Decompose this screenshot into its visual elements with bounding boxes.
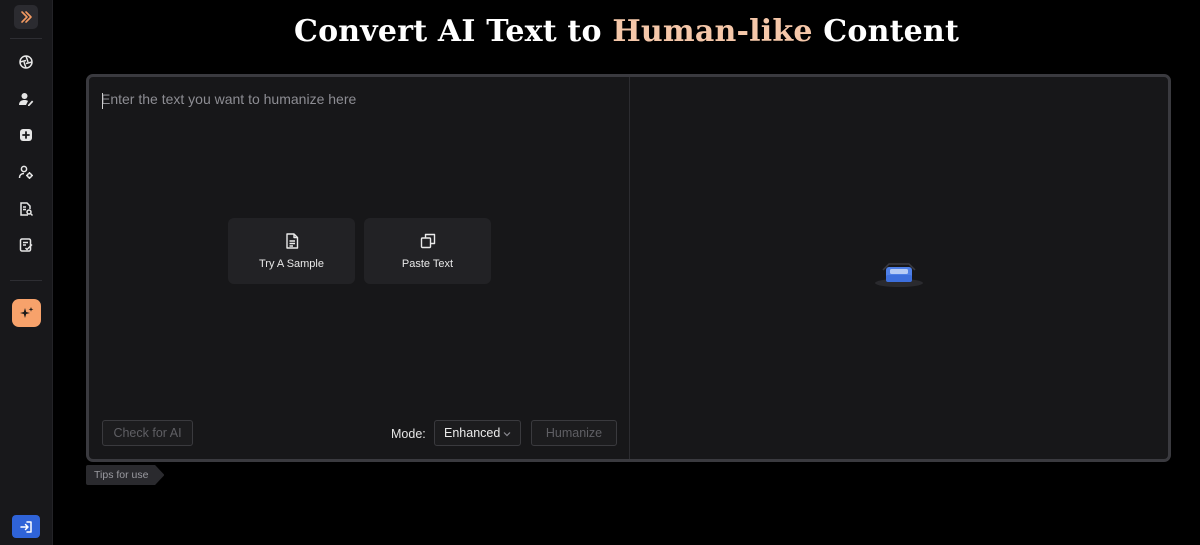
sparkle-icon [19, 307, 33, 318]
paste-text-button[interactable]: Paste Text [364, 218, 491, 284]
title-text: Convert AI Text to [294, 14, 613, 49]
title-text-end: Content [812, 14, 959, 49]
sidebar-divider [10, 280, 42, 281]
chevron-down-icon [503, 432, 511, 437]
humanize-button[interactable]: Humanize [531, 420, 617, 446]
text-caret [102, 93, 103, 109]
user-edit-icon [19, 93, 34, 106]
logout-button[interactable] [12, 515, 40, 538]
sign-in-icon [20, 520, 32, 533]
copy-icon [420, 233, 435, 249]
user-cog-icon [18, 165, 33, 179]
mode-value: Enhanced [444, 426, 501, 440]
double-chevron-right-icon [21, 11, 32, 23]
sidebar [0, 0, 53, 545]
text-input[interactable] [101, 91, 616, 391]
sidebar-item-humanizer[interactable] [13, 86, 39, 112]
sidebar-item-plagiarism[interactable] [13, 196, 39, 222]
output-pane [630, 77, 1168, 459]
mode-label: Mode: [391, 427, 426, 441]
empty-inbox-icon [875, 263, 923, 287]
mode-select[interactable]: Enhanced [434, 420, 521, 446]
plus-square-icon [20, 129, 32, 141]
try-sample-button[interactable]: Try A Sample [228, 218, 355, 284]
page-title: Convert AI Text to Human-like Content [53, 14, 1200, 49]
input-pane: Try A Sample Paste Text Check for AI Mod… [89, 77, 629, 459]
doc-search-icon [20, 202, 34, 217]
ai-sparkle-button[interactable] [12, 299, 41, 327]
aperture-icon [19, 55, 33, 69]
humanize-label: Humanize [545, 426, 603, 440]
sidebar-item-detector[interactable] [13, 49, 39, 75]
humanizer-panel: Try A Sample Paste Text Check for AI Mod… [86, 74, 1171, 462]
paste-text-label: Paste Text [401, 258, 454, 270]
tips-for-use-tab[interactable]: Tips for use [86, 465, 165, 485]
tips-label: Tips for use [94, 469, 149, 481]
doc-check-icon [19, 238, 33, 252]
app-root: Convert AI Text to Human-like Content Tr… [0, 0, 1200, 545]
sidebar-item-add[interactable] [13, 122, 39, 148]
title-accent: Human-like [612, 14, 813, 49]
sidebar-item-grammar[interactable] [13, 232, 39, 258]
sidebar-divider [10, 38, 42, 39]
document-icon [285, 233, 298, 249]
check-for-ai-label: Check for AI [113, 426, 182, 440]
sidebar-item-rewriter[interactable] [13, 159, 39, 185]
expand-sidebar-button[interactable] [14, 5, 38, 29]
try-sample-label: Try A Sample [258, 258, 324, 270]
check-for-ai-button[interactable]: Check for AI [102, 420, 193, 446]
